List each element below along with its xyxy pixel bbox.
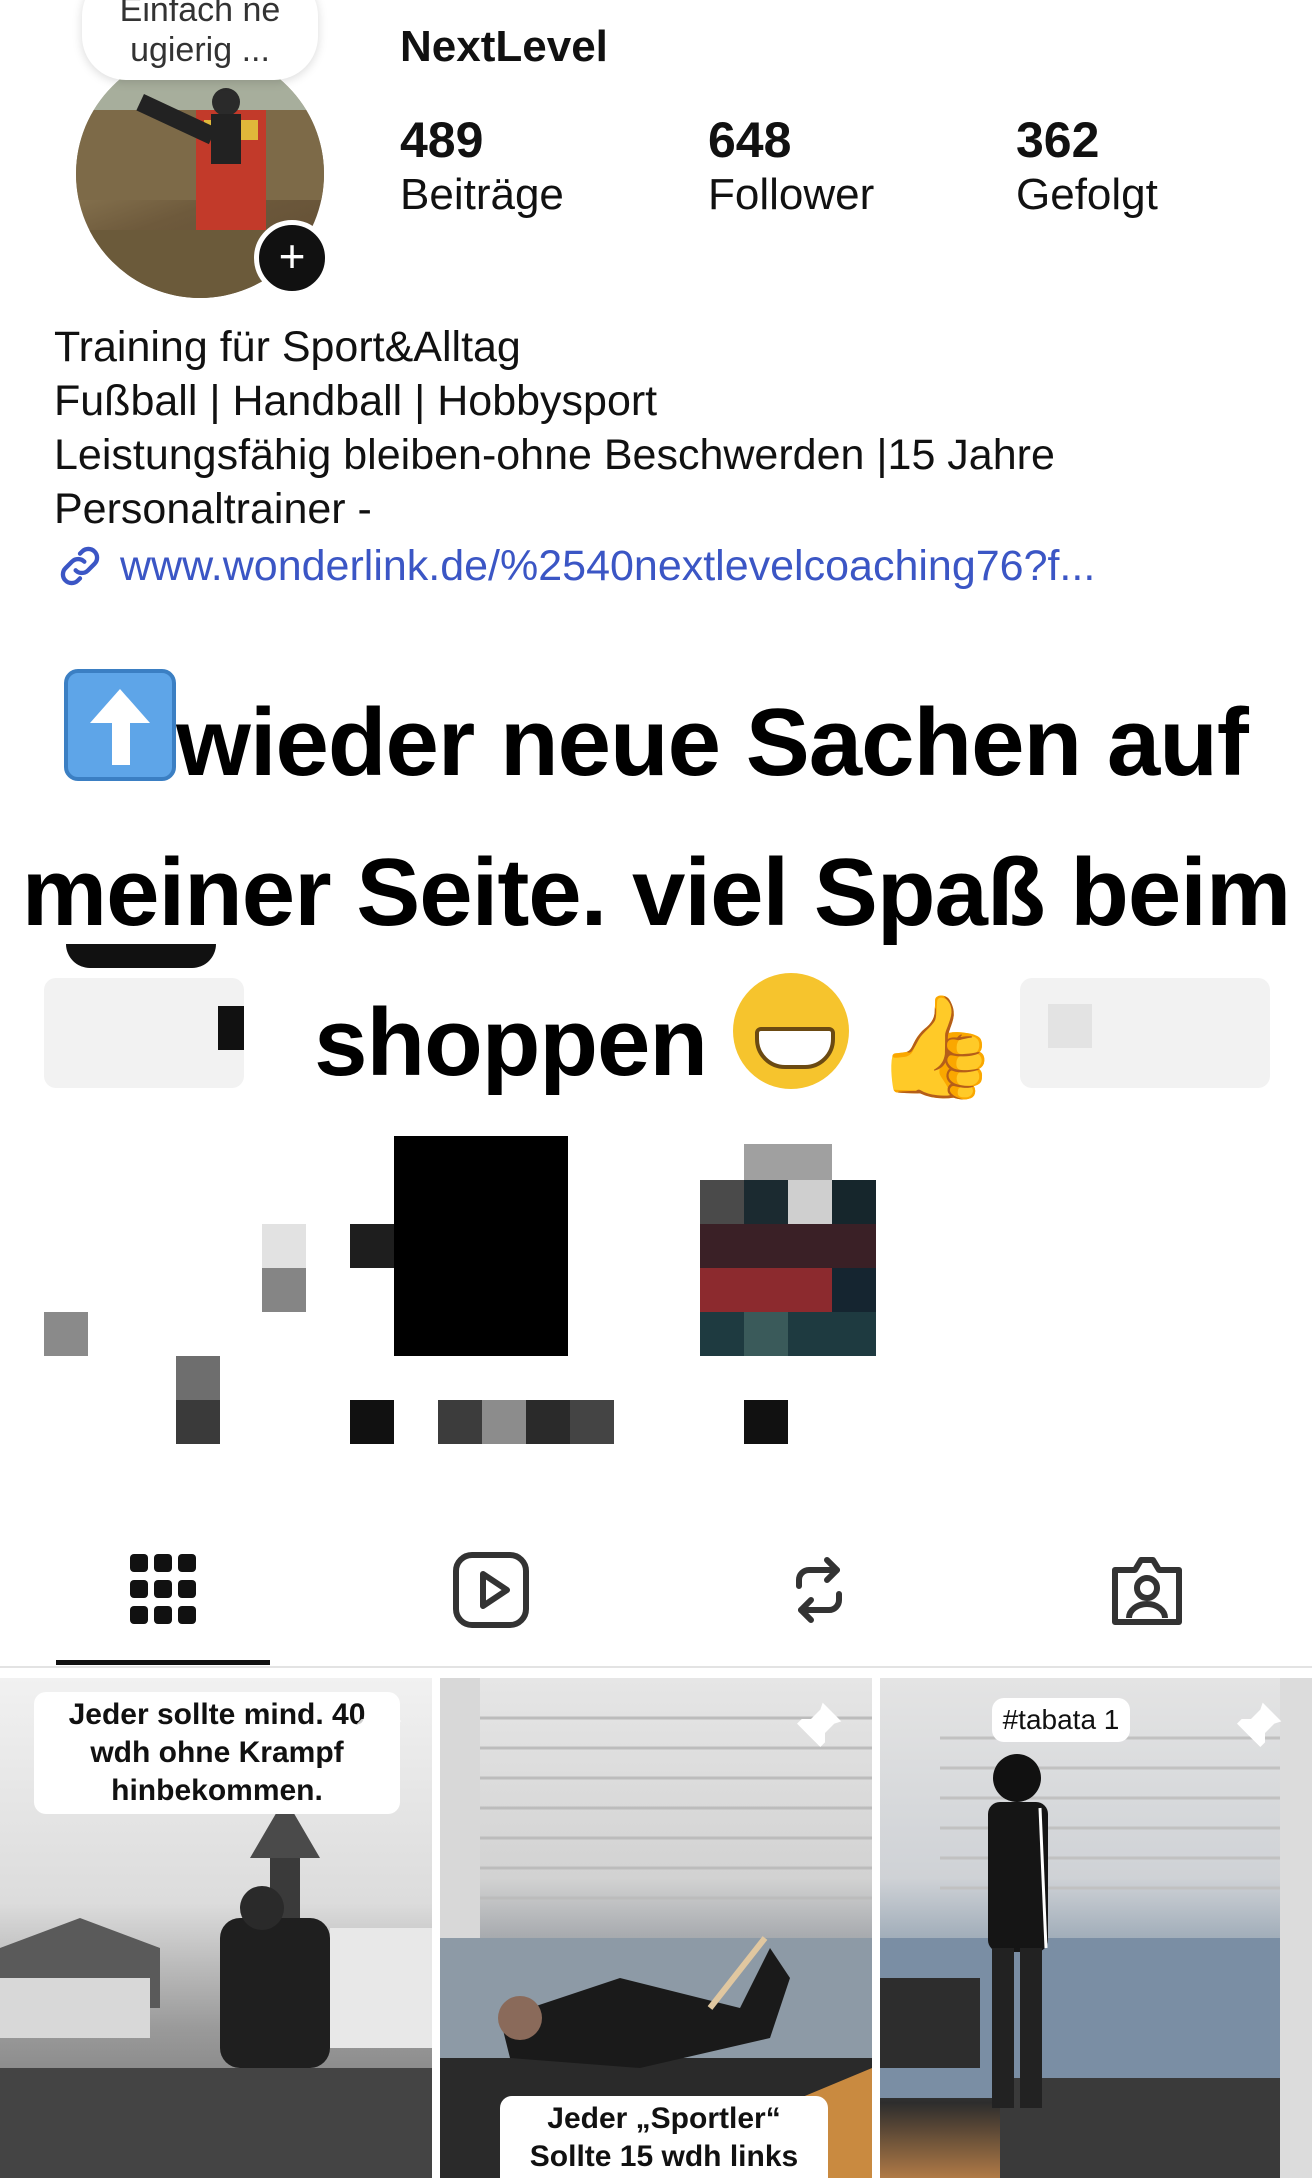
stat-followers-count: 648 bbox=[708, 112, 792, 168]
stat-following[interactable]: 362 Gefolgt bbox=[1016, 112, 1158, 222]
stat-followers-label: Follower bbox=[708, 170, 875, 219]
grid-post[interactable]: Jeder sollte mind. 40 wdh ohne Krampf hi… bbox=[0, 1678, 432, 2178]
tab-divider bbox=[0, 1666, 1312, 1668]
grid-post[interactable]: #tabata 1 bbox=[880, 1678, 1312, 2178]
overlay-line: hinbekommen. bbox=[111, 1774, 323, 1807]
bio-line: Personaltrainer - bbox=[54, 485, 372, 533]
profile-tab-bar bbox=[0, 1530, 1312, 1670]
caption-line-3: shoppen bbox=[314, 989, 708, 1096]
overlay-line: Jeder sollte mind. 40 bbox=[68, 1698, 366, 1731]
caption-line-1: wieder neue Sachen auf bbox=[176, 689, 1249, 796]
tagged-icon bbox=[1112, 1557, 1182, 1625]
caption-line-2: meiner Seite. viel Spaß beim bbox=[21, 839, 1292, 946]
reels-icon bbox=[453, 1552, 529, 1628]
add-story-icon[interactable]: + bbox=[254, 220, 330, 296]
stat-following-label: Gefolgt bbox=[1016, 170, 1158, 219]
up-arrow-emoji-icon bbox=[64, 669, 177, 781]
grid-icon bbox=[130, 1554, 196, 1624]
tab-tagged[interactable] bbox=[1040, 1550, 1254, 1690]
stat-followers[interactable]: 648 Follower bbox=[708, 112, 874, 222]
profile-bio: Training für Sport&Alltag Fußball | Hand… bbox=[54, 320, 1055, 536]
tab-reels[interactable] bbox=[384, 1550, 598, 1690]
bio-line: Leistungsfähig bleiben-ohne Beschwerden … bbox=[54, 431, 1055, 479]
grin-emoji-icon bbox=[732, 973, 849, 1089]
thumbs-up-emoji-icon: 👍 bbox=[874, 991, 999, 1103]
overlay-line: wdh ohne Krampf bbox=[90, 1736, 344, 1769]
pin-icon bbox=[1237, 1702, 1282, 1747]
post-overlay-text: #tabata 1 bbox=[992, 1698, 1130, 1742]
grid-post[interactable]: Jeder „Sportler“ Sollte 15 wdh links und bbox=[440, 1678, 872, 2178]
pin-icon bbox=[797, 1702, 842, 1747]
note-text-line: ugierig ... bbox=[130, 31, 270, 69]
overlay-line: #tabata 1 bbox=[1002, 1704, 1120, 1735]
note-bubble[interactable]: Einfach ne ugierig ... bbox=[82, 0, 318, 80]
overlay-line: Sollte 15 wdh links und bbox=[529, 2140, 799, 2173]
post-overlay-text: Jeder sollte mind. 40 wdh ohne Krampf hi… bbox=[34, 1692, 400, 1814]
profile-link[interactable]: www.wonderlink.de/%2540nextlevelcoaching… bbox=[54, 540, 1095, 592]
story-caption-overlay: wieder neue Sachen auf meiner Seite. vie… bbox=[0, 668, 1312, 1118]
bio-line: Training für Sport&Alltag bbox=[54, 323, 521, 371]
stat-posts-label: Beiträge bbox=[400, 170, 564, 219]
stat-posts-count: 489 bbox=[400, 112, 484, 168]
active-tab-indicator bbox=[56, 1660, 270, 1665]
note-text-line: Einfach ne bbox=[119, 0, 281, 29]
tab-posts-grid[interactable] bbox=[56, 1550, 270, 1690]
profile-link-text: www.wonderlink.de/%2540nextlevelcoaching… bbox=[120, 541, 1096, 590]
reposts-icon bbox=[796, 1557, 842, 1623]
overlay-line: Jeder „Sportler“ bbox=[547, 2102, 781, 2135]
post-overlay-text: Jeder „Sportler“ Sollte 15 wdh links und bbox=[500, 2096, 828, 2178]
bio-line: Fußball | Handball | Hobbysport bbox=[54, 377, 658, 425]
link-icon bbox=[60, 546, 100, 586]
tab-reposts[interactable] bbox=[712, 1550, 926, 1690]
stat-posts[interactable]: 489 Beiträge bbox=[400, 112, 564, 222]
profile-username: NextLevel bbox=[400, 22, 608, 71]
pin-icon bbox=[357, 1702, 402, 1747]
stat-following-count: 362 bbox=[1016, 112, 1100, 168]
